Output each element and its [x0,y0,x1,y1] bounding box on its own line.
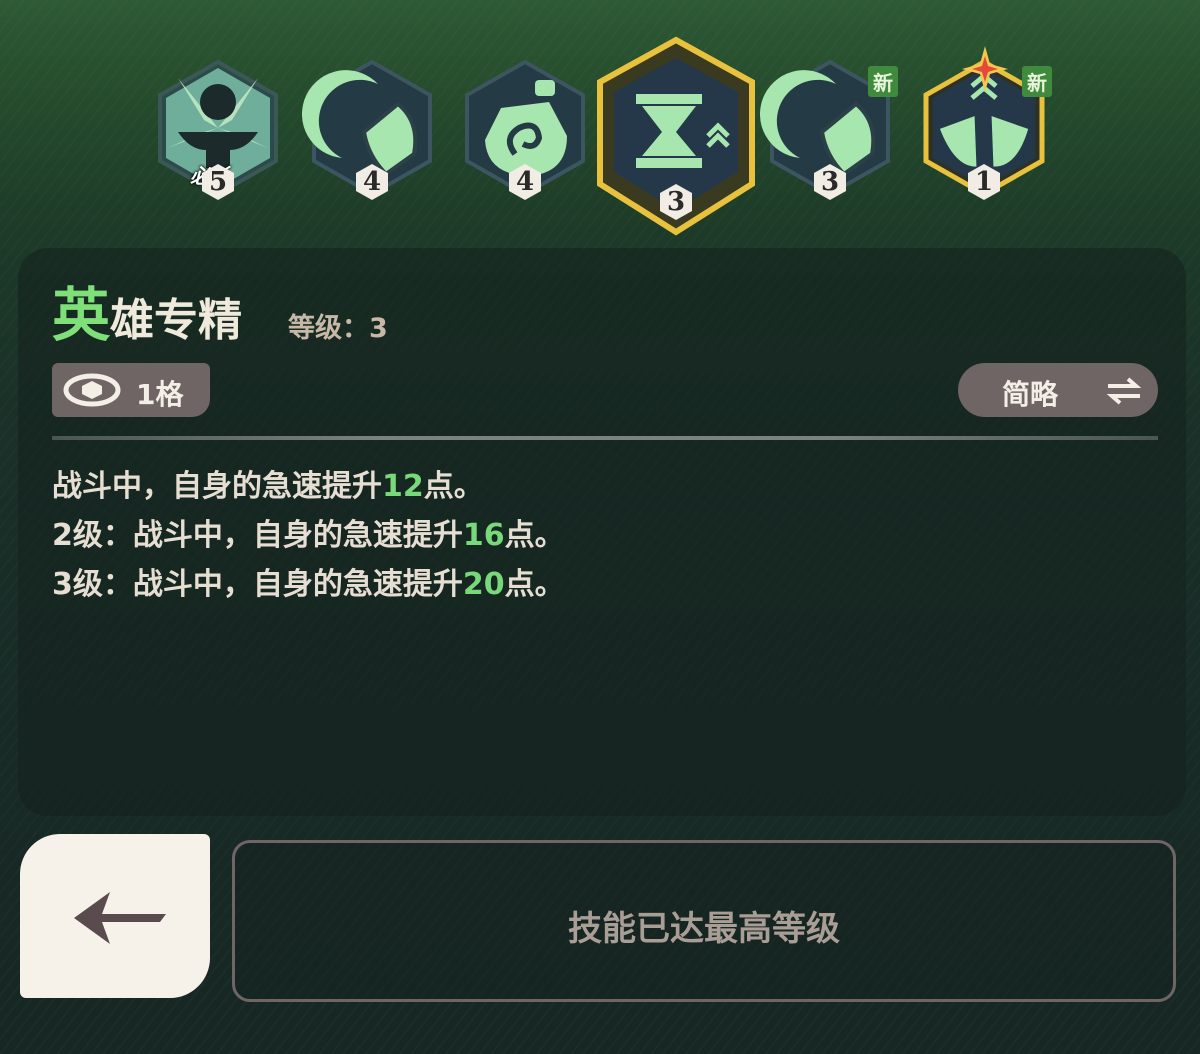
star-sparkle-icon [962,46,1008,92]
skill-level-badge: 3 [658,184,694,220]
skill-slot-crescent-leaf[interactable]: 4 [302,58,442,218]
skill-level-badge: 5 [200,164,236,200]
skill-slot-potion[interactable]: 4 [455,58,595,218]
skill-level-text: 等级：3 [288,313,388,344]
skill-level-badge: 3 [812,164,848,200]
brief-toggle-button[interactable]: 简略 [958,363,1158,417]
description-line: 3级：战斗中，自身的急速提升20点。 [52,567,565,602]
skill-title: 英雄专精 [52,268,242,352]
max-level-label: 技能已达最高等级 [568,909,840,949]
divider [52,436,1158,440]
skill-level-badge: 4 [507,164,543,200]
description-line: 战斗中，自身的急速提升12点。 [52,469,484,504]
skill-slot-twin-leaves[interactable]: 新 1 [914,46,1054,218]
back-arrow-icon [74,892,166,944]
skill-title-first-char: 英 [52,281,111,349]
description-line: 2级：战斗中，自身的急速提升16点。 [52,518,565,553]
swap-arrows-icon [1106,377,1142,405]
max-level-button[interactable]: 技能已达最高等级 [232,840,1176,1002]
brief-toggle-label: 简略 [1002,378,1059,411]
skill-bar: 必杀 5 4 4 [0,0,1200,250]
new-badge: 新 [868,66,898,97]
cell-shape-icon [63,373,121,407]
skill-title-rest: 雄专精 [110,295,243,346]
skill-slot-crescent-leaf-2[interactable]: 新 3 [760,58,900,218]
new-badge: 新 [1022,66,1052,97]
cell-size-tag: 1格 [52,363,210,417]
back-button[interactable] [20,834,210,998]
skill-slot-anvil[interactable]: 必杀 5 [148,58,288,218]
skill-level-badge: 4 [354,164,390,200]
skill-level-badge: 1 [966,164,1002,200]
skill-description: 战斗中，自身的急速提升12点。 2级：战斗中，自身的急速提升16点。 3级：战斗… [52,462,565,609]
cell-size-label: 1格 [136,378,184,411]
skill-slot-hourglass[interactable]: 3 [592,36,760,236]
